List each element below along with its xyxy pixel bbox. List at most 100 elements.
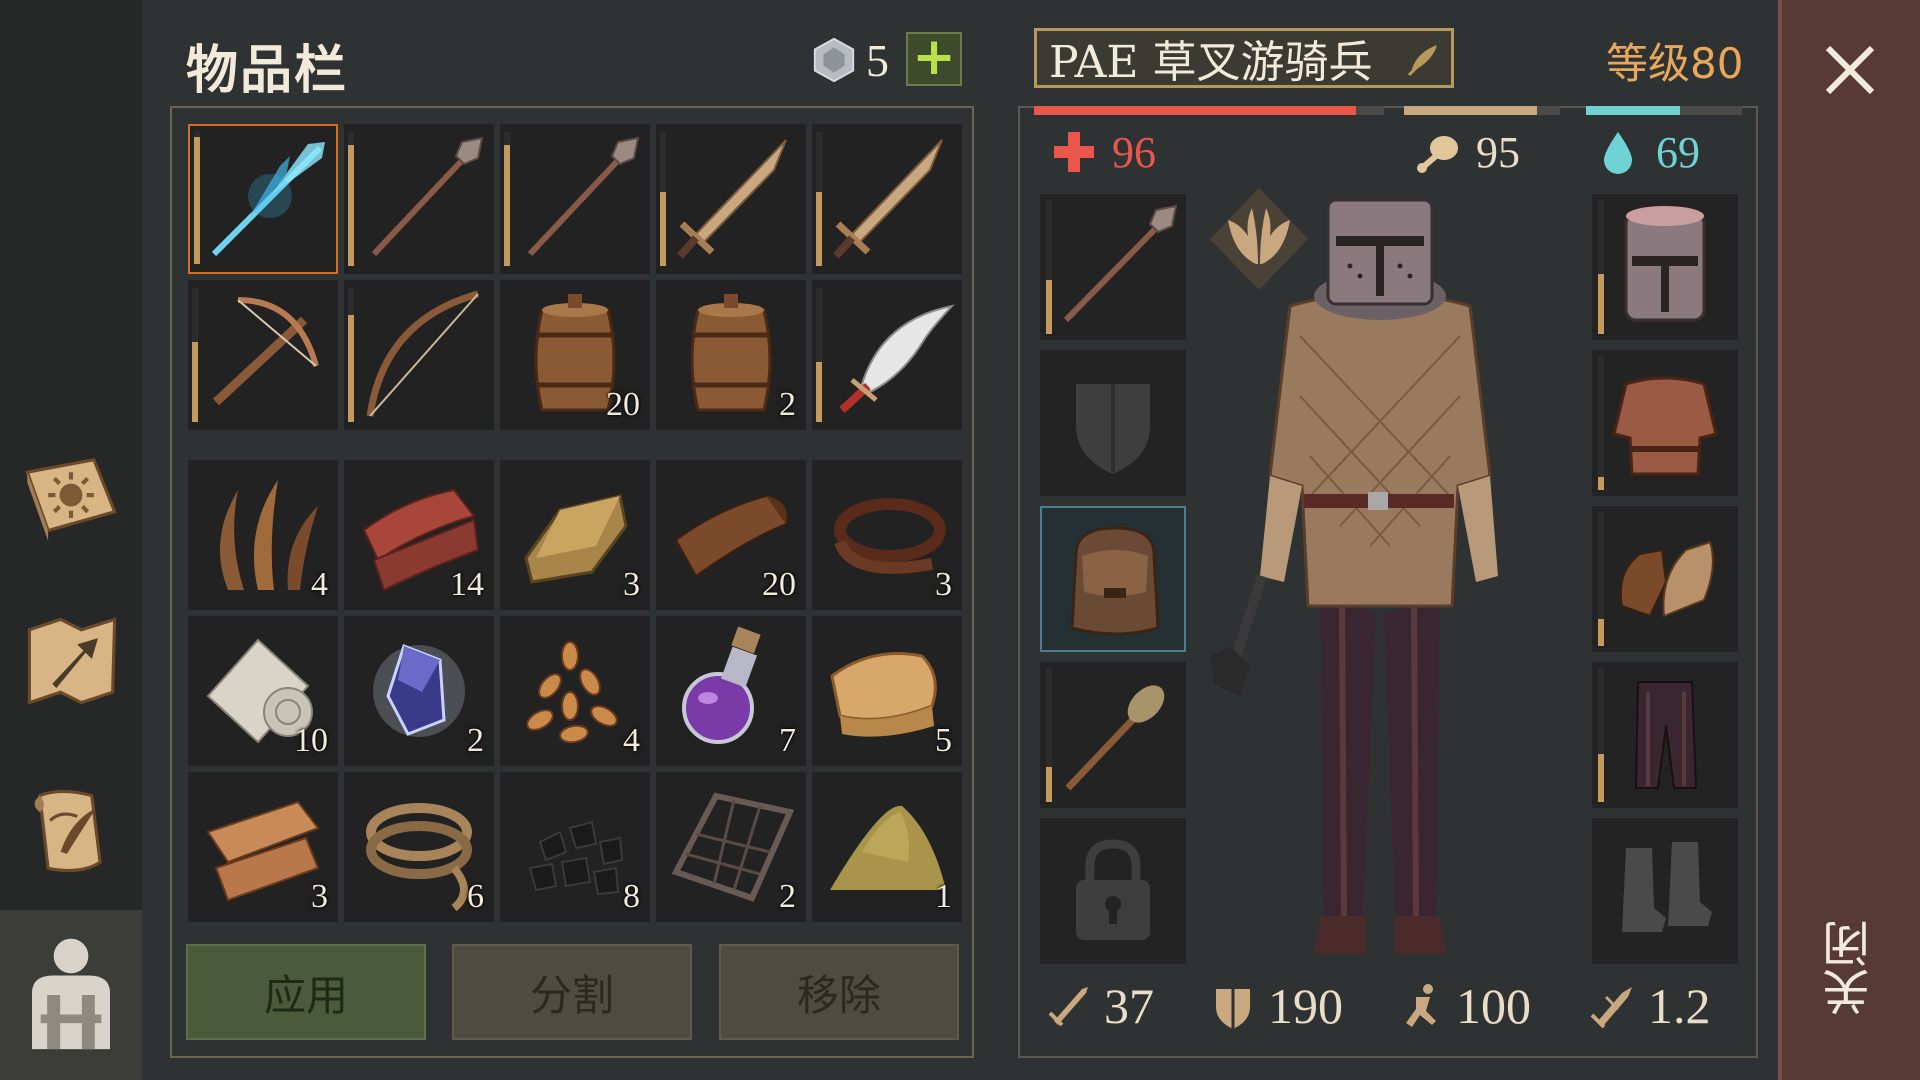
inventory-slot[interactable]: 2 xyxy=(656,772,806,922)
inventory-slot-weapon[interactable] xyxy=(656,124,806,274)
defense-shield-icon xyxy=(1216,989,1250,1029)
sword-icon xyxy=(677,139,787,259)
defense-value: 190 xyxy=(1268,978,1343,1034)
inventory-slot[interactable]: 7 xyxy=(656,616,806,766)
water-drop-icon xyxy=(1604,132,1632,174)
equip-slot-locked[interactable] xyxy=(1040,818,1186,964)
durability-bar xyxy=(192,288,198,422)
durability-bar xyxy=(816,132,822,266)
scimitar-icon xyxy=(839,304,955,413)
close-button[interactable] xyxy=(1818,38,1882,102)
inventory-slot[interactable]: 10 xyxy=(188,616,338,766)
inventory-slot[interactable]: 20 xyxy=(500,280,650,430)
sword-icon xyxy=(833,139,943,259)
inventory-slot[interactable]: 3 xyxy=(188,772,338,922)
apply-button[interactable]: 应用 xyxy=(186,944,426,1040)
inventory-slot[interactable]: 4 xyxy=(188,460,338,610)
inventory-slot-weapon[interactable] xyxy=(188,124,338,274)
inventory-slot[interactable]: 20 xyxy=(656,460,806,610)
inventory-slot[interactable]: 3 xyxy=(812,460,962,610)
spear-icon xyxy=(527,136,640,257)
skills-book-button[interactable] xyxy=(8,430,134,556)
inventory-slot[interactable]: 5 xyxy=(812,616,962,766)
equip-slot-tool[interactable] xyxy=(1040,662,1186,808)
durability-bar xyxy=(1598,356,1604,490)
inventory-slot-weapon[interactable] xyxy=(812,124,962,274)
item-quantity: 3 xyxy=(311,878,328,915)
character-model xyxy=(1210,198,1498,954)
character-backpack-icon xyxy=(32,938,110,1050)
inventory-slot-weapon[interactable] xyxy=(500,124,650,274)
equip-slot-hands[interactable] xyxy=(1592,506,1738,652)
great-helm-icon xyxy=(1624,206,1706,322)
inventory-slot[interactable]: 14 xyxy=(344,460,494,610)
durability-bar xyxy=(816,288,822,422)
equip-slot-head[interactable] xyxy=(1592,194,1738,340)
spear-icon xyxy=(1063,204,1178,323)
inventory-slot-weapon[interactable] xyxy=(812,280,962,430)
inventory-slot[interactable]: 8 xyxy=(500,772,650,922)
damage-value: 37 xyxy=(1104,978,1154,1034)
equip-slot-body[interactable] xyxy=(1592,350,1738,496)
close-panel[interactable] xyxy=(1778,0,1920,1080)
item-quantity: 20 xyxy=(762,566,796,603)
boots-placeholder-icon xyxy=(1622,842,1712,932)
lock-icon xyxy=(1076,839,1150,940)
health-cross-icon xyxy=(1054,132,1094,172)
item-quantity: 4 xyxy=(311,566,328,603)
defense-stat: 190 xyxy=(1208,976,1343,1036)
remove-button[interactable]: 移除 xyxy=(719,944,959,1040)
item-quantity: 3 xyxy=(623,566,640,603)
inventory-slot-weapon[interactable] xyxy=(188,280,338,430)
feather-edit-icon xyxy=(1407,45,1437,77)
health-value: 96 xyxy=(1112,127,1156,177)
character-level: 等级80 xyxy=(1606,39,1744,88)
spear-icon xyxy=(371,136,484,257)
speed-stat: 100 xyxy=(1396,976,1531,1036)
item-quantity: 6 xyxy=(467,878,484,915)
close-icon xyxy=(1825,45,1875,95)
inventory-slot[interactable]: 2 xyxy=(656,280,806,430)
add-gems-button[interactable]: + xyxy=(906,27,962,87)
water-bar xyxy=(1586,106,1742,115)
pants-icon xyxy=(1634,681,1698,789)
character-name-box[interactable]: PAE 草叉游骑兵 xyxy=(1034,28,1454,88)
inventory-slot[interactable]: 1 xyxy=(812,772,962,922)
inventory-slot-weapon[interactable] xyxy=(344,124,494,274)
durability-bar xyxy=(1598,512,1604,646)
bow-icon xyxy=(366,290,479,417)
inventory-slot[interactable]: 2 xyxy=(344,616,494,766)
split-button[interactable]: 分割 xyxy=(452,944,692,1040)
plus-icon: + xyxy=(912,27,956,87)
health-bar xyxy=(1034,106,1384,115)
running-man-icon xyxy=(1406,984,1436,1027)
item-quantity: 1 xyxy=(935,878,952,915)
quests-scroll-button[interactable] xyxy=(8,768,134,894)
equip-slot-feet[interactable] xyxy=(1592,818,1738,964)
item-quantity: 14 xyxy=(450,566,484,603)
close-label: 关闭 xyxy=(1823,920,1879,1016)
equip-slot-backpack[interactable] xyxy=(1040,506,1186,652)
character-button[interactable] xyxy=(0,910,142,1080)
inventory-slot-weapon[interactable] xyxy=(344,280,494,430)
item-quantity: 7 xyxy=(779,722,796,759)
equip-slot-shield[interactable] xyxy=(1040,350,1186,496)
scroll-feather-icon xyxy=(34,789,102,873)
meat-leg-icon xyxy=(1417,136,1458,173)
inventory-slot[interactable]: 4 xyxy=(500,616,650,766)
map-button[interactable] xyxy=(8,598,134,724)
ice-spear-icon xyxy=(211,142,325,257)
gem-count: 5 xyxy=(866,35,889,86)
inventory-title: 物品栏 xyxy=(186,41,349,101)
durability-bar xyxy=(1046,200,1052,334)
speed-value: 100 xyxy=(1456,978,1531,1034)
equip-slot-legs[interactable] xyxy=(1592,662,1738,808)
health-stat: 96 xyxy=(1050,124,1156,180)
weight-stat: 1.2 xyxy=(1588,976,1711,1036)
equip-slot-weapon[interactable] xyxy=(1040,194,1186,340)
map-arrow-icon xyxy=(27,617,117,705)
durability-bar xyxy=(1598,200,1604,334)
inventory-slot[interactable]: 6 xyxy=(344,772,494,922)
backpack-icon xyxy=(1070,526,1160,636)
inventory-slot[interactable]: 3 xyxy=(500,460,650,610)
